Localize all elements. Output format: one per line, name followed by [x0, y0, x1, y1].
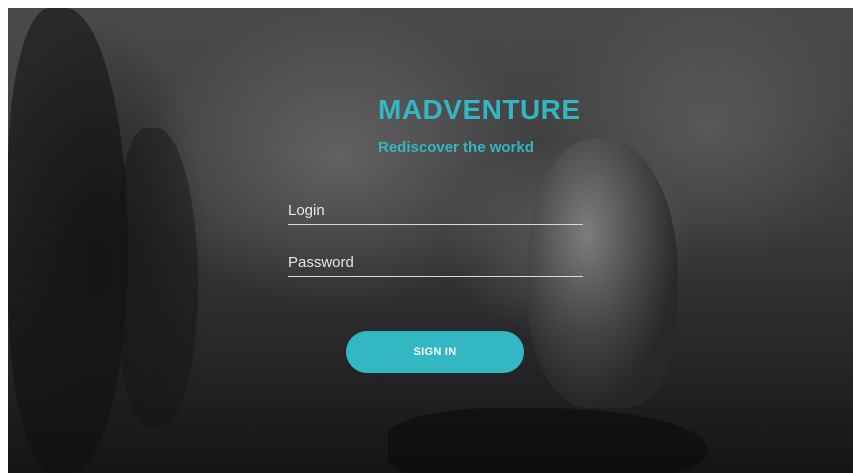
app-title: MADVENTURE — [378, 94, 581, 125]
login-input[interactable] — [288, 198, 583, 222]
cave-wall-left — [8, 8, 128, 473]
cave-floor-shadow — [388, 408, 708, 473]
app-tagline: Rediscover the workd — [378, 139, 534, 156]
login-screen: MADVENTURE Rediscover the workd SIGN IN — [8, 8, 853, 473]
sign-in-button[interactable]: SIGN IN — [346, 331, 524, 373]
login-field — [288, 198, 583, 225]
password-field — [288, 250, 583, 277]
stalagmite-rock — [118, 128, 198, 428]
password-input[interactable] — [288, 250, 583, 274]
